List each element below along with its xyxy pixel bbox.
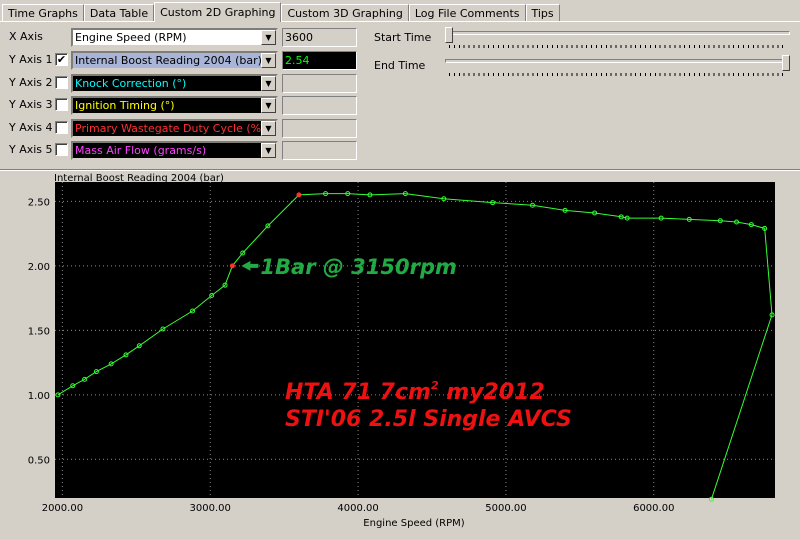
y-tick-label: 0.50 — [28, 455, 50, 466]
boost-chart: Internal Boost Reading 2004 (bar) 2000.0… — [28, 173, 775, 529]
annotation-car: STI'06 2.5l Single AVCS — [285, 407, 572, 432]
y-tick-label: 2.50 — [28, 197, 50, 208]
tab-custom-2d-graphing[interactable]: Custom 2D Graphing — [154, 2, 282, 22]
x-tick-label: 5000.00 — [485, 503, 526, 514]
y-tick-label: 1.00 — [28, 391, 50, 402]
x-tick-labels: 2000.00 3000.00 4000.00 5000.00 6000.00 — [42, 503, 675, 514]
data-point — [296, 192, 302, 198]
x-tick-label: 3000.00 — [190, 503, 231, 514]
y-tick-label: 1.50 — [28, 326, 50, 337]
annotation-turbo: HTA 71 7cm2 my2012 — [285, 379, 545, 405]
data-point — [229, 263, 235, 269]
y-tick-label: 2.00 — [28, 262, 50, 273]
plot-area — [55, 182, 775, 498]
annotation-turbo-text: HTA 71 7cm — [285, 380, 431, 405]
x-tick-label: 6000.00 — [633, 503, 674, 514]
annotation-year: my2012 — [439, 380, 545, 405]
x-tick-label: 4000.00 — [337, 503, 378, 514]
x-axis-title: Engine Speed (RPM) — [363, 518, 464, 529]
x-tick-label: 2000.00 — [42, 503, 83, 514]
y-tick-labels: 0.50 1.00 1.50 2.00 2.50 — [28, 197, 50, 466]
annotation-rpm: 1Bar @ 3150rpm — [260, 255, 457, 279]
